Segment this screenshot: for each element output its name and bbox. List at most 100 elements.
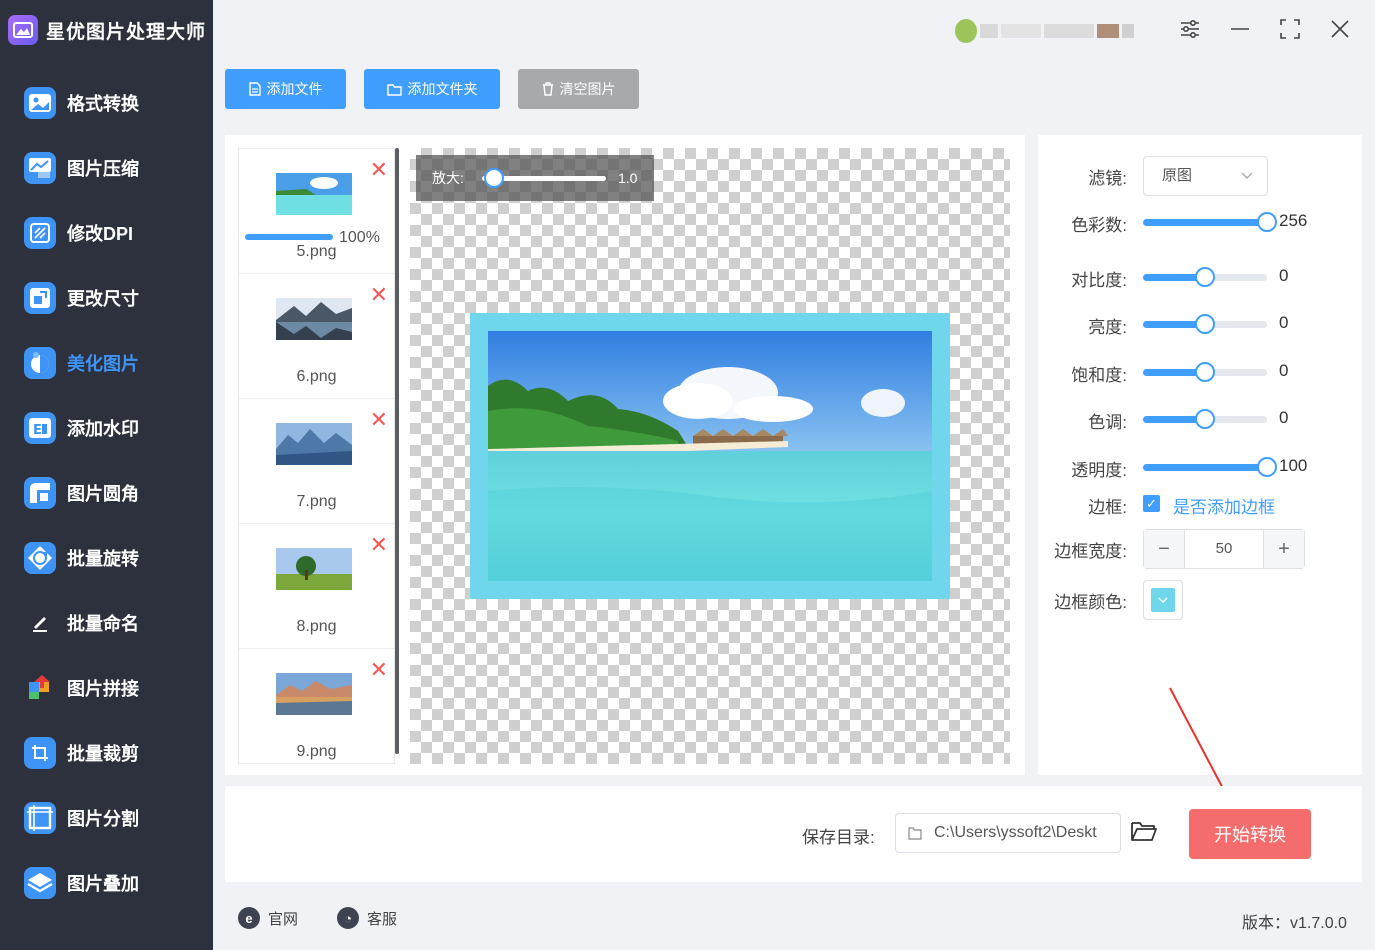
sidebar-item-9[interactable]: 批量命名: [0, 590, 213, 655]
file-list-item[interactable]: ✕ 6.png: [239, 274, 394, 399]
colors-label: 色彩数:: [1071, 216, 1127, 235]
file-list-item[interactable]: ✕ 7.png: [239, 399, 394, 524]
user-avatar[interactable]: [955, 16, 1155, 46]
filter-row: 滤镜: 原图: [1040, 156, 1360, 196]
border-color-picker[interactable]: [1143, 580, 1183, 620]
border-width-value[interactable]: 50: [1184, 530, 1264, 568]
slider-handle[interactable]: [1195, 267, 1215, 287]
website-link[interactable]: e 官网: [238, 907, 298, 929]
website-label: 官网: [268, 910, 299, 928]
split-icon: [24, 801, 56, 834]
progress-bar: [245, 234, 333, 240]
opacity-slider[interactable]: [1143, 457, 1277, 477]
slider-handle[interactable]: [1195, 362, 1215, 382]
filter-label: 滤镜:: [1088, 169, 1127, 188]
sidebar-item-label: 格式转换: [67, 93, 139, 114]
filter-select[interactable]: 原图: [1143, 156, 1268, 196]
border-label: 边框:: [1088, 498, 1127, 517]
delete-file-icon[interactable]: ✕: [370, 409, 388, 431]
saturation-slider[interactable]: [1143, 362, 1267, 382]
opacity-row: 透明度: 100: [1040, 452, 1360, 482]
delete-file-icon[interactable]: ✕: [370, 159, 388, 181]
image-convert-icon: [24, 86, 56, 119]
browse-folder-icon[interactable]: [1130, 818, 1160, 848]
sidebar-item-12[interactable]: 图片分割: [0, 785, 213, 850]
saturation-label: 饱和度:: [1071, 366, 1127, 385]
save-dir-path: C:\Users\yssoft2\Deskt: [934, 824, 1097, 841]
slider-handle[interactable]: [1195, 409, 1215, 429]
sidebar-item-11[interactable]: 批量裁剪: [0, 720, 213, 785]
file-list-item[interactable]: ✕ 9.png: [239, 649, 394, 763]
start-convert-button[interactable]: 开始转换: [1189, 809, 1311, 859]
delete-file-icon[interactable]: ✕: [370, 534, 388, 556]
slider-handle[interactable]: [1257, 212, 1277, 232]
add-folder-button[interactable]: 添加文件夹: [364, 69, 500, 109]
delete-file-icon[interactable]: ✕: [370, 284, 388, 306]
file-name: 9.png: [296, 743, 337, 760]
support-label: 客服: [367, 910, 398, 928]
close-icon[interactable]: [1325, 14, 1355, 44]
brightness-row: 亮度: 0: [1040, 309, 1360, 339]
zoom-slider-handle[interactable]: [484, 168, 504, 188]
folder-icon: [908, 814, 922, 852]
file-thumbnail: [276, 423, 352, 465]
dpi-icon: [24, 216, 56, 249]
file-thumbnail: [276, 673, 352, 715]
border-width-stepper[interactable]: − 50 +: [1143, 529, 1305, 569]
slider-handle[interactable]: [1257, 457, 1277, 477]
zoom-value: 1.0: [618, 170, 638, 186]
sidebar-nav: 格式转换 图片压缩 修改DPI 更改尺寸 美化图片 E 添加水印 图片圆角 批量旋转 批量命名 图片…: [0, 70, 213, 915]
sidebar-item-1[interactable]: 格式转换: [0, 70, 213, 135]
sidebar-item-5[interactable]: 美化图片: [0, 330, 213, 395]
sidebar-item-label: 批量裁剪: [67, 743, 139, 764]
round-corner-icon: [24, 476, 56, 509]
file-list-item[interactable]: ✕ 5.png 100%: [239, 149, 394, 274]
app-logo-icon: [8, 15, 38, 45]
sidebar-item-8[interactable]: 批量旋转: [0, 525, 213, 590]
maximize-icon[interactable]: [1275, 14, 1305, 44]
save-dir-input[interactable]: C:\Users\yssoft2\Deskt: [895, 813, 1121, 853]
add-file-button[interactable]: 添加文件: [225, 69, 346, 109]
sidebar-item-6[interactable]: E 添加水印: [0, 395, 213, 460]
decrement-button[interactable]: −: [1144, 530, 1184, 568]
slider-handle[interactable]: [1195, 314, 1215, 334]
clear-images-label: 清空图片: [559, 81, 616, 97]
sidebar-item-13[interactable]: 图片叠加: [0, 850, 213, 915]
add-file-label: 添加文件: [266, 81, 323, 97]
contrast-slider[interactable]: [1143, 267, 1267, 287]
app-name: 星优图片处理大师: [46, 21, 207, 43]
increment-button[interactable]: +: [1264, 530, 1304, 568]
hue-value: 0: [1279, 408, 1289, 427]
file-thumbnail: [276, 173, 352, 215]
sidebar-item-7[interactable]: 图片圆角: [0, 460, 213, 525]
border-color-row: 边框颜色:: [1040, 580, 1360, 620]
sidebar-item-4[interactable]: 更改尺寸: [0, 265, 213, 330]
border-checkbox-label[interactable]: 是否添加边框: [1173, 493, 1275, 518]
resize-icon: [24, 281, 56, 314]
colors-slider[interactable]: [1143, 212, 1277, 232]
sidebar-item-label: 图片分割: [67, 808, 139, 829]
sidebar-item-label: 图片圆角: [67, 483, 139, 504]
file-name: 8.png: [296, 618, 337, 635]
file-list-item[interactable]: ✕ 8.png: [239, 524, 394, 649]
sidebar-item-10[interactable]: 图片拼接: [0, 655, 213, 720]
sidebar-item-3[interactable]: 修改DPI: [0, 200, 213, 265]
layers-icon: [24, 866, 56, 899]
rotate-icon: [24, 541, 56, 574]
minimize-icon[interactable]: [1225, 14, 1255, 44]
sidebar-item-2[interactable]: 图片压缩: [0, 135, 213, 200]
preview-image-border: [470, 313, 950, 599]
hue-label: 色调:: [1088, 413, 1127, 432]
clear-images-button[interactable]: 清空图片: [518, 69, 639, 109]
preview-image: [488, 331, 932, 581]
support-link[interactable]: ◔ 客服: [337, 907, 397, 929]
hue-slider[interactable]: [1143, 409, 1267, 429]
border-checkbox[interactable]: ✓: [1143, 495, 1160, 512]
settings-icon[interactable]: [1175, 14, 1205, 44]
support-icon: ◔: [337, 907, 359, 929]
hue-row: 色调: 0: [1040, 404, 1360, 434]
brightness-slider[interactable]: [1143, 314, 1267, 334]
file-list-scrollbar[interactable]: [395, 148, 399, 754]
border-width-label: 边框宽度:: [1054, 542, 1127, 561]
delete-file-icon[interactable]: ✕: [370, 659, 388, 681]
